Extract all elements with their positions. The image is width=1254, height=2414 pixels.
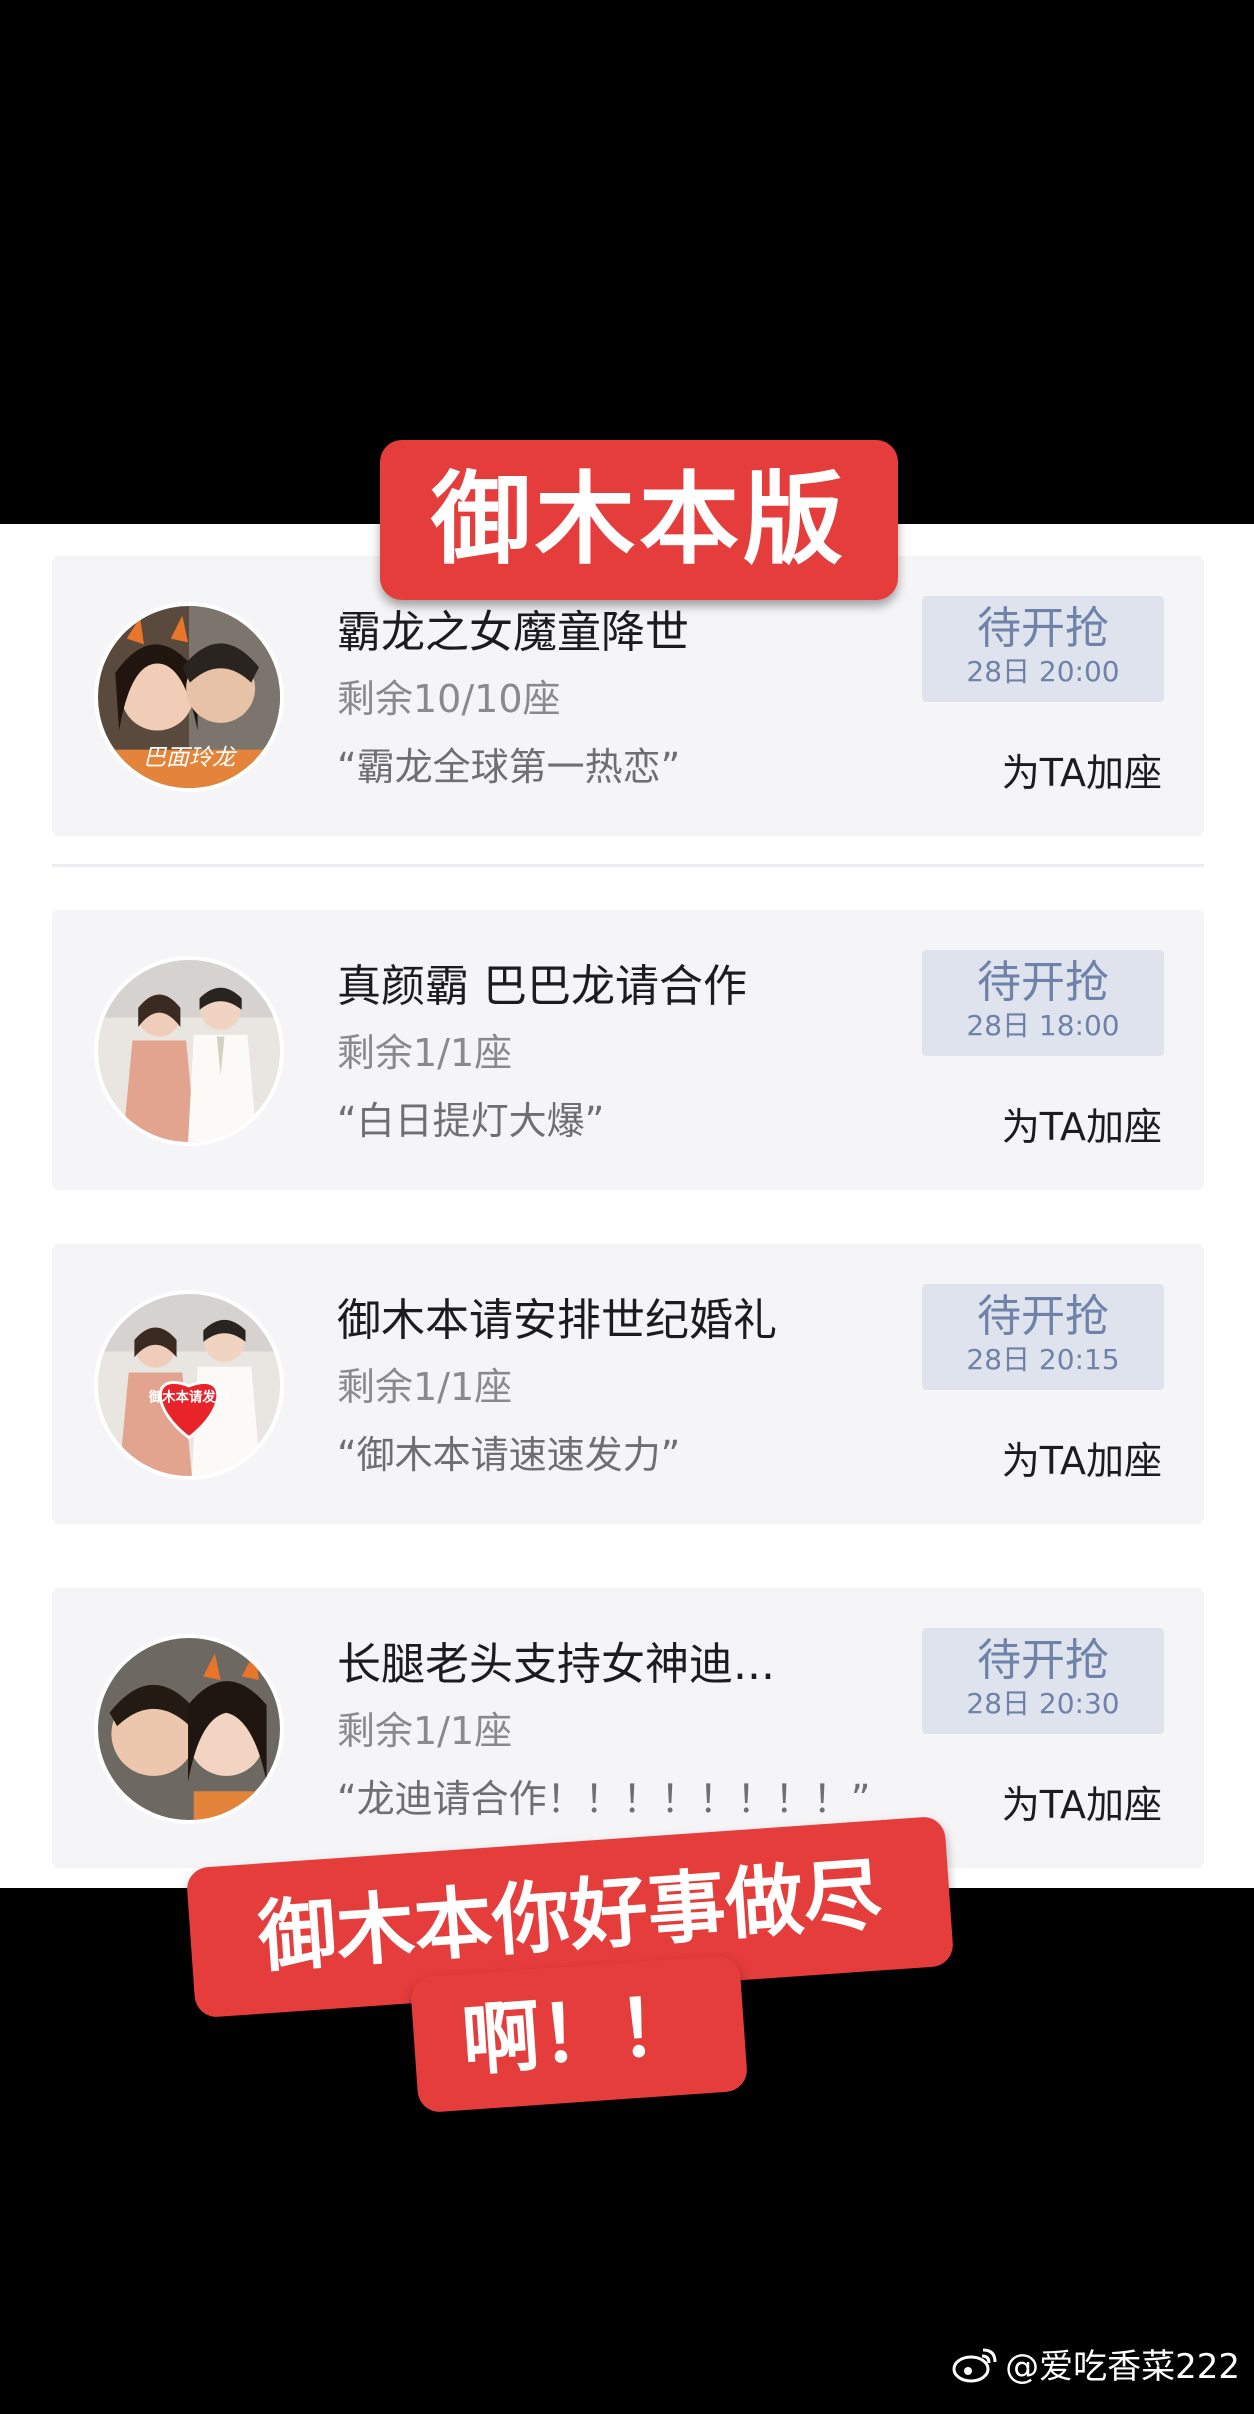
add-seat-link[interactable]: 为TA加座 [1002, 1430, 1162, 1485]
grab-status: 待开抢 [977, 1635, 1109, 1686]
card-quote: “龙迪请合作！！！！！！！！” [337, 1777, 871, 1821]
grab-button[interactable]: 待开抢 28日 20:15 [922, 1284, 1164, 1390]
add-seat-link[interactable]: 为TA加座 [1002, 1774, 1162, 1829]
weibo-icon [952, 2348, 997, 2382]
seat-card-2[interactable]: 真颜霸 巴巴龙请合作 剩余1/1座 “白日提灯大爆” 待开抢 28日 18:00… [52, 910, 1204, 1190]
card-title: 御木本请安排世纪婚礼 [337, 1295, 777, 1346]
grab-status: 待开抢 [977, 1291, 1109, 1342]
svg-text:御木本请发力: 御木本请发力 [148, 1388, 229, 1405]
watermark-text: @爱吃香菜222 [1005, 2347, 1240, 2387]
seats-remaining: 剩余10/10座 [337, 677, 561, 721]
grab-time: 28日 20:30 [966, 1687, 1120, 1720]
grab-time: 28日 20:00 [966, 655, 1120, 688]
banner-bottom-caption-line2: 啊！！ [409, 1954, 749, 2114]
add-seat-link[interactable]: 为TA加座 [1002, 1096, 1162, 1151]
card-title: 长腿老头支持女神迪... [337, 1639, 775, 1690]
watermark: @爱吃香菜222 [951, 2339, 1240, 2388]
avatar[interactable] [94, 956, 284, 1146]
add-seat-link[interactable]: 为TA加座 [1002, 742, 1162, 797]
avatar-couple-image [98, 1638, 280, 1820]
grab-status: 待开抢 [977, 957, 1109, 1008]
seat-card-4[interactable]: 长腿老头支持女神迪... 剩余1/1座 “龙迪请合作！！！！！！！！” 待开抢 … [52, 1588, 1204, 1868]
grab-button[interactable]: 待开抢 28日 18:00 [922, 950, 1164, 1056]
card-title: 真颜霸 巴巴龙请合作 [337, 961, 747, 1012]
avatar[interactable] [94, 1634, 284, 1824]
grab-status: 待开抢 [977, 603, 1109, 654]
divider [52, 864, 1204, 867]
card-quote: “御木本请速速发力” [337, 1433, 681, 1477]
grab-time: 28日 18:00 [966, 1009, 1120, 1042]
seat-card-3[interactable]: 御木本请发力 御木本请安排世纪婚礼 剩余1/1座 “御木本请速速发力” 待开抢 … [52, 1244, 1204, 1524]
seats-remaining: 剩余1/1座 [337, 1031, 513, 1075]
grab-time: 28日 20:15 [966, 1343, 1120, 1376]
avatar[interactable]: 御木本请发力 [94, 1290, 284, 1480]
card-title: 霸龙之女魔童降世 [337, 607, 689, 658]
grab-button[interactable]: 待开抢 28日 20:30 [922, 1628, 1164, 1734]
grab-button[interactable]: 待开抢 28日 20:00 [922, 596, 1164, 702]
svg-text:巴面玲龙: 巴面玲龙 [143, 745, 238, 771]
seats-remaining: 剩余1/1座 [337, 1709, 513, 1753]
card-quote: “霸龙全球第一热恋” [337, 745, 681, 789]
avatar[interactable]: 巴面玲龙 [94, 602, 284, 792]
banner-top-caption: 御木本版 [380, 440, 898, 600]
avatar-couple-image: 巴面玲龙 [98, 606, 280, 788]
avatar-couple-image: 御木本请发力 [98, 1294, 280, 1476]
avatar-couple-image [98, 960, 280, 1142]
card-quote: “白日提灯大爆” [337, 1099, 605, 1143]
seats-remaining: 剩余1/1座 [337, 1365, 513, 1409]
